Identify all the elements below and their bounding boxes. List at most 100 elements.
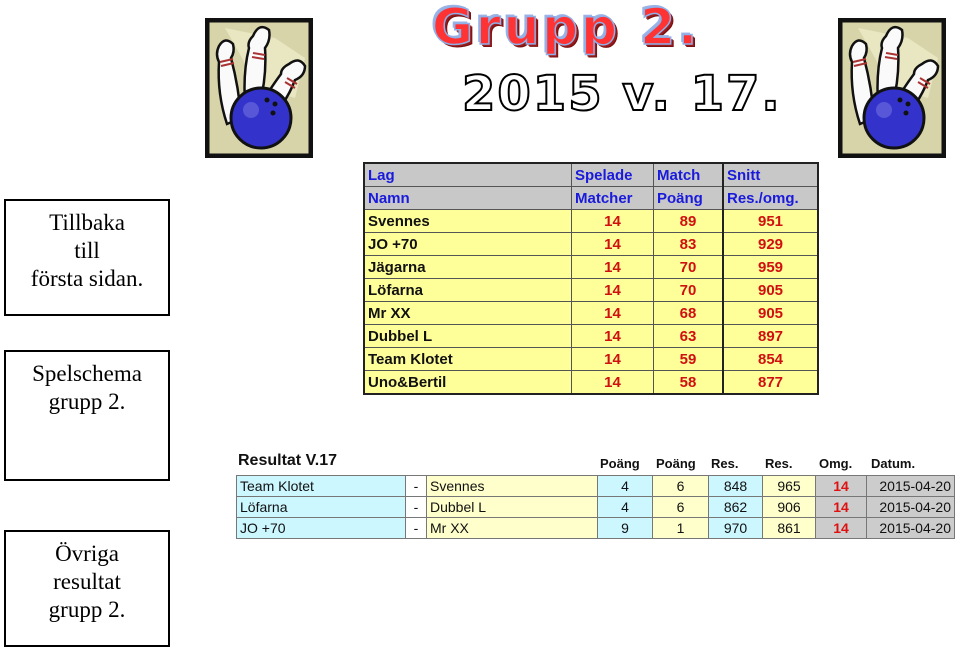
col-header-team: Lag bbox=[363, 162, 572, 187]
nav-back-line-1: Tillbaka bbox=[49, 210, 125, 235]
points: 89 bbox=[653, 209, 724, 233]
schedule-link[interactable]: Spelschema grupp 2. bbox=[4, 350, 170, 481]
col-header-played: Spelade bbox=[571, 162, 654, 187]
page-subtitle: 2015 v. 17. bbox=[461, 65, 782, 123]
table-row: Löfarna - Dubbel L 4 6 862 906 14 2015-0… bbox=[236, 496, 955, 518]
played: 14 bbox=[571, 301, 654, 325]
home-points: 4 bbox=[597, 496, 653, 518]
standings-header-row: Lag Spelade Match Snitt bbox=[363, 162, 819, 187]
results-header-round: Omg. bbox=[819, 456, 853, 471]
points: 59 bbox=[653, 347, 724, 371]
col-subheader-played: Matcher bbox=[571, 186, 654, 210]
away-team: Svennes bbox=[426, 475, 598, 497]
table-row: Mr XX 14 68 905 bbox=[363, 301, 819, 325]
results-header-date: Datum. bbox=[871, 456, 916, 471]
results-header-res-home: Res. bbox=[711, 456, 739, 471]
home-points: 9 bbox=[597, 517, 653, 539]
results-header-points-away: Poäng bbox=[656, 456, 696, 471]
team-name: Löfarna bbox=[363, 278, 572, 302]
round: 14 bbox=[815, 496, 867, 518]
average: 854 bbox=[722, 347, 819, 371]
team-name: Dubbel L bbox=[363, 324, 572, 348]
table-row: Uno&Bertil 14 58 877 bbox=[363, 370, 819, 395]
points: 70 bbox=[653, 278, 724, 302]
average: 877 bbox=[722, 370, 819, 395]
separator: - bbox=[405, 517, 427, 539]
separator: - bbox=[405, 475, 427, 497]
played: 14 bbox=[571, 370, 654, 395]
bowling-clipart-icon bbox=[838, 18, 946, 158]
team-name: Uno&Bertil bbox=[363, 370, 572, 395]
table-row: JO +70 14 83 929 bbox=[363, 232, 819, 256]
nav-other-line-3: grupp 2. bbox=[48, 597, 126, 622]
team-name: Mr XX bbox=[363, 301, 572, 325]
back-to-first-page-link[interactable]: Tillbaka till första sidan. bbox=[4, 199, 170, 316]
average: 929 bbox=[722, 232, 819, 256]
played: 14 bbox=[571, 209, 654, 233]
date: 2015-04-20 bbox=[866, 475, 955, 497]
home-team: Löfarna bbox=[236, 496, 406, 518]
nav-other-line-1: Övriga bbox=[55, 541, 119, 566]
nav-other-line-2: resultat bbox=[53, 569, 121, 594]
page-title: Grupp 2. bbox=[431, 0, 701, 57]
points: 68 bbox=[653, 301, 724, 325]
away-result: 861 bbox=[762, 517, 816, 539]
round: 14 bbox=[815, 475, 867, 497]
results-header-res-away: Res. bbox=[765, 456, 793, 471]
nav-back-line-3: första sidan. bbox=[30, 266, 144, 291]
away-result: 906 bbox=[762, 496, 816, 518]
away-team: Dubbel L bbox=[426, 496, 598, 518]
table-row: Dubbel L 14 63 897 bbox=[363, 324, 819, 348]
home-result: 862 bbox=[708, 496, 763, 518]
away-result: 965 bbox=[762, 475, 816, 497]
played: 14 bbox=[571, 324, 654, 348]
average: 897 bbox=[722, 324, 819, 348]
played: 14 bbox=[571, 255, 654, 279]
col-subheader-avg: Res./omg. bbox=[722, 186, 819, 210]
table-row: Svennes 14 89 951 bbox=[363, 209, 819, 233]
table-row: JO +70 - Mr XX 9 1 970 861 14 2015-04-20 bbox=[236, 517, 955, 539]
home-points: 4 bbox=[597, 475, 653, 497]
average: 905 bbox=[722, 278, 819, 302]
away-points: 6 bbox=[652, 475, 709, 497]
points: 63 bbox=[653, 324, 724, 348]
home-team: JO +70 bbox=[236, 517, 406, 539]
table-row: Löfarna 14 70 905 bbox=[363, 278, 819, 302]
standings-header-row: Namn Matcher Poäng Res./omg. bbox=[363, 186, 819, 210]
away-team: Mr XX bbox=[426, 517, 598, 539]
nav-back-line-2: till bbox=[74, 238, 100, 263]
date: 2015-04-20 bbox=[866, 517, 955, 539]
average: 905 bbox=[722, 301, 819, 325]
results-header-points-home: Poäng bbox=[600, 456, 640, 471]
away-points: 6 bbox=[652, 496, 709, 518]
table-row: Jägarna 14 70 959 bbox=[363, 255, 819, 279]
round: 14 bbox=[815, 517, 867, 539]
table-row: Team Klotet - Svennes 4 6 848 965 14 201… bbox=[236, 475, 955, 497]
separator: - bbox=[405, 496, 427, 518]
other-results-link[interactable]: Övriga resultat grupp 2. bbox=[4, 530, 170, 647]
played: 14 bbox=[571, 347, 654, 371]
points: 83 bbox=[653, 232, 724, 256]
team-name: Jägarna bbox=[363, 255, 572, 279]
col-subheader-points: Poäng bbox=[653, 186, 724, 210]
home-result: 970 bbox=[708, 517, 763, 539]
away-points: 1 bbox=[652, 517, 709, 539]
points: 58 bbox=[653, 370, 724, 395]
played: 14 bbox=[571, 278, 654, 302]
bowling-clipart-icon bbox=[205, 18, 313, 158]
results-title: Resultat V.17 bbox=[238, 452, 338, 469]
date: 2015-04-20 bbox=[866, 496, 955, 518]
team-name: Svennes bbox=[363, 209, 572, 233]
table-row: Team Klotet 14 59 854 bbox=[363, 347, 819, 371]
points: 70 bbox=[653, 255, 724, 279]
average: 951 bbox=[722, 209, 819, 233]
played: 14 bbox=[571, 232, 654, 256]
home-result: 848 bbox=[708, 475, 763, 497]
col-header-avg: Snitt bbox=[722, 162, 819, 187]
results-table: Team Klotet - Svennes 4 6 848 965 14 201… bbox=[236, 475, 955, 539]
team-name: JO +70 bbox=[363, 232, 572, 256]
col-subheader-team: Namn bbox=[363, 186, 572, 210]
col-header-points: Match bbox=[653, 162, 724, 187]
standings-table: Lag Spelade Match Snitt Namn Matcher Poä… bbox=[363, 162, 819, 395]
nav-schedule-line-1: Spelschema bbox=[32, 361, 142, 386]
